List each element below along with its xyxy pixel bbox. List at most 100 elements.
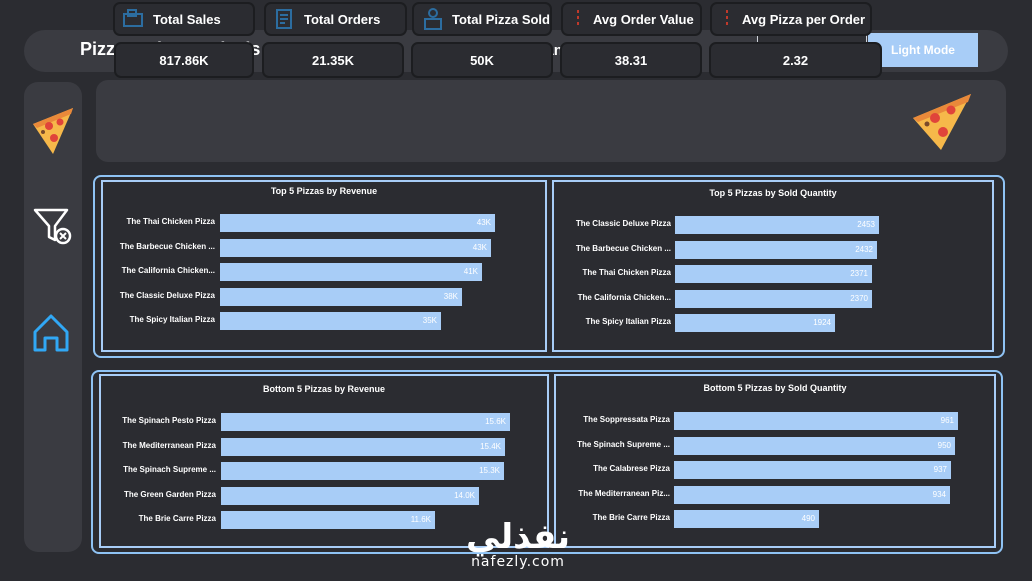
bar-row: The Spinach Supreme ... 950 <box>556 436 994 455</box>
bar-row: The Brie Carre Pizza 490 <box>556 510 994 528</box>
bar[interactable]: 14.0K <box>221 486 479 505</box>
bar-value-label: 937 <box>933 465 947 474</box>
bar-category-label: The Mediterranean Piz... <box>578 488 670 498</box>
bar[interactable]: 937 <box>674 461 951 479</box>
bar-category-label: The Thai Chicken Pizza <box>582 268 671 277</box>
bar[interactable]: 2453 <box>675 216 879 234</box>
bar-category-label: The Classic Deluxe Pizza <box>575 219 671 228</box>
bar-row: The Mediterranean Pizza 15.4K <box>101 437 547 456</box>
bar[interactable]: 41K <box>220 263 482 281</box>
kpi-avg-order-value-value: 38.31 <box>560 42 702 78</box>
bar-value-label: 1924 <box>813 318 831 327</box>
kpi-label: Total Sales <box>153 11 221 27</box>
kpi-label: Avg Pizza per Order <box>742 11 866 27</box>
kpi-label: Total Orders <box>304 11 381 27</box>
bar-row: The Thai Chicken Pizza 43K <box>103 214 545 232</box>
bar-row: The Spinach Pesto Pizza 15.6K <box>101 413 547 431</box>
bar-value-label: 2371 <box>850 269 868 278</box>
kpi-total-pizza-sold-header: Total Pizza Sold <box>412 2 552 36</box>
chart-top5-revenue: Top 5 Pizzas by Revenue The Thai Chicken… <box>101 180 547 352</box>
bar-category-label: The Calabrese Pizza <box>593 464 670 473</box>
bar-category-label: The Spinach Pesto Pizza <box>122 416 216 425</box>
kpi-strip <box>96 80 1006 162</box>
average-pizza-icon <box>718 7 736 31</box>
bar-category-label: The Spinach Supreme ... <box>577 439 670 449</box>
chart-title: Bottom 5 Pizzas by Sold Quantity <box>703 383 847 393</box>
bar-category-label: The California Chicken... <box>577 292 671 302</box>
bar[interactable]: 43K <box>220 214 495 232</box>
orders-icon <box>272 7 298 31</box>
kpi-avg-pizza-per-order-value: 2.32 <box>709 42 882 78</box>
bar-row: The Thai Chicken Pizza 2371 <box>554 265 992 283</box>
money-icon <box>121 7 147 31</box>
bar[interactable]: 2371 <box>675 265 872 283</box>
home-icon[interactable] <box>27 310 79 359</box>
light-mode-button[interactable]: Light Mode <box>868 33 978 67</box>
bar[interactable]: 1924 <box>675 314 835 332</box>
bar-category-label: The Spicy Italian Pizza <box>129 315 215 324</box>
bar[interactable]: 934 <box>674 485 950 504</box>
bar[interactable]: 11.6K <box>221 511 435 529</box>
bar-category-label: The Spinach Supreme ... <box>123 465 216 474</box>
bar-category-label: The Classic Deluxe Pizza <box>119 290 215 300</box>
bar-row: The Classic Deluxe Pizza 38K <box>103 287 545 306</box>
kpi-label: Avg Order Value <box>593 11 694 27</box>
watermark: نفذلي nafezly.com <box>458 520 578 570</box>
bar-category-label: The Barbecue Chicken ... <box>575 243 671 253</box>
kpi-total-pizza-sold-value: 50K <box>411 42 553 78</box>
bar-value-label: 43K <box>472 242 487 252</box>
bar-value-label: 35K <box>422 316 437 325</box>
bar-value-label: 15.4K <box>480 441 501 451</box>
bar-category-label: The Spicy Italian Pizza <box>585 317 671 326</box>
bar-category-label: The Green Garden Pizza <box>123 489 216 499</box>
bar-row: The Green Garden Pizza 14.0K <box>101 486 547 505</box>
bar-value-label: 950 <box>937 440 951 450</box>
bar[interactable]: 15.6K <box>221 413 510 431</box>
bar-row: The California Chicken... 41K <box>103 263 545 281</box>
bar-value-label: 934 <box>932 489 946 499</box>
kpi-total-orders-header: Total Orders <box>264 2 407 36</box>
kpi-avg-pizza-per-order-header: Avg Pizza per Order <box>710 2 872 36</box>
bar-category-label: The Thai Chicken Pizza <box>126 217 215 226</box>
bar[interactable]: 950 <box>674 436 955 455</box>
bar-value-label: 2453 <box>857 220 875 229</box>
bar[interactable]: 961 <box>674 412 958 430</box>
bar[interactable]: 15.4K <box>221 437 505 456</box>
bar-row: The Barbecue Chicken ... 43K <box>103 238 545 257</box>
bar-category-label: The California Chicken... <box>121 266 215 275</box>
pizza-slice-icon <box>27 102 79 163</box>
bar-row: The Calabrese Pizza 937 <box>556 461 994 479</box>
bar-value-label: 490 <box>801 514 815 523</box>
bar-value-label: 961 <box>940 416 954 425</box>
chart-bottom5-quantity: Bottom 5 Pizzas by Sold Quantity The Sop… <box>554 374 996 548</box>
bar-row: The Barbecue Chicken ... 2432 <box>554 240 992 259</box>
watermark-latin: nafezly.com <box>471 554 565 570</box>
bar-row: The Mediterranean Piz... 934 <box>556 485 994 504</box>
bar[interactable]: 35K <box>220 312 441 330</box>
bar[interactable]: 2370 <box>675 289 872 308</box>
delivery-icon <box>420 7 446 31</box>
bar-value-label: 38K <box>443 291 458 301</box>
bar-value-label: 41K <box>463 267 478 276</box>
bar-row: The Spinach Supreme ... 15.3K <box>101 462 547 480</box>
filter-clear-icon[interactable] <box>27 204 79 253</box>
bar-category-label: The Brie Carre Pizza <box>138 514 216 523</box>
bar-row: The Classic Deluxe Pizza 2453 <box>554 216 992 234</box>
bar[interactable]: 2432 <box>675 240 877 259</box>
average-icon <box>569 7 587 31</box>
chart-title: Top 5 Pizzas by Revenue <box>270 186 378 196</box>
bar[interactable]: 43K <box>220 238 491 257</box>
kpi-label: Total Pizza Sold <box>452 11 550 27</box>
bar-value-label: 14.0K <box>454 490 475 500</box>
bar[interactable]: 15.3K <box>221 462 504 480</box>
bar-value-label: 11.6K <box>410 515 431 524</box>
bar[interactable]: 38K <box>220 287 462 306</box>
kpi-total-orders-value: 21.35K <box>262 42 404 78</box>
pizza-slice-icon <box>907 88 977 159</box>
bar[interactable]: 490 <box>674 510 819 528</box>
bar-category-label: The Soppressata Pizza <box>583 415 670 424</box>
bar-row: The Spicy Italian Pizza 35K <box>103 312 545 330</box>
watermark-arabic: نفذلي <box>465 517 571 557</box>
bar-value-label: 2432 <box>855 244 873 254</box>
bar-row: The Soppressata Pizza 961 <box>556 412 994 430</box>
